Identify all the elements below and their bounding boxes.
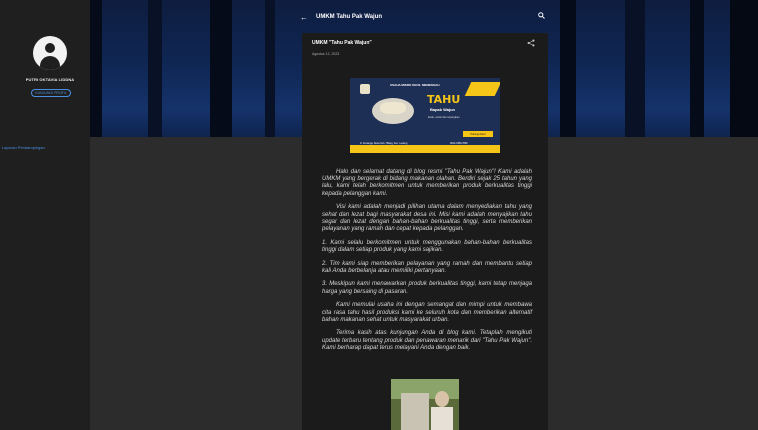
post-card: UMKM "Tahu Pak Wajun" Agustus 12, 2023 U… — [302, 33, 548, 430]
post-title: UMKM "Tahu Pak Wajun" — [312, 40, 372, 46]
image-footer-phone: 0812-3456-7890 — [450, 142, 468, 145]
image-brand: TAHU — [427, 93, 461, 106]
header-bar: ← UMKM Tahu Pak Wajun — [300, 7, 382, 27]
search-icon[interactable] — [538, 12, 545, 21]
banner-tree — [730, 0, 758, 137]
post-photo[interactable] — [391, 379, 459, 430]
profile-name: PUTRI OKTAVIA LIDDNA — [25, 77, 75, 82]
sidebar-link-laporan[interactable]: Laporan Pendampingan — [2, 145, 45, 150]
image-footer-bar — [350, 145, 500, 153]
post-paragraph: Kami memulai usaha ini dengan semangat d… — [322, 302, 532, 323]
banner-tree — [210, 0, 232, 137]
image-footer-address: Jl. Kenanga, Desa Keb. Hilang, Kec. Lede… — [360, 142, 408, 145]
tofu-bowl-image — [372, 98, 414, 124]
page-title[interactable]: UMKM Tahu Pak Wajun — [316, 14, 382, 20]
post-banner-image[interactable]: USAHA MIKRO KECIL MENENGAH TAHU Bapak Wa… — [350, 78, 500, 153]
logo-icon — [360, 84, 370, 94]
post-body: Halo dan selamat datang di blog resmi "T… — [322, 169, 532, 359]
post-paragraph: 1. Kami selalu berkomitmen untuk menggun… — [322, 239, 532, 253]
banner-tree — [560, 0, 576, 137]
post-paragraph: Terima kasih atas kunjungan Anda di blog… — [322, 330, 532, 351]
decorative-shape — [464, 82, 500, 96]
banner-tree — [148, 0, 162, 137]
photo-person-head — [435, 391, 449, 407]
image-tagline: Enak, sehat dan terjangkau — [428, 116, 460, 119]
avatar-head — [45, 43, 55, 53]
image-subtitle: Bapak Wajun — [430, 107, 455, 112]
photo-structure — [401, 393, 429, 430]
visit-profile-button[interactable]: KUNJUNGI PROFIL — [31, 89, 71, 97]
share-icon[interactable] — [527, 39, 535, 47]
banner-tree — [690, 0, 704, 137]
avatar[interactable] — [33, 36, 67, 70]
banner-tree — [625, 0, 645, 137]
arrow-left-icon[interactable]: ← — [300, 13, 308, 22]
post-paragraph: 3. Meskipun kami menawarkan produk berku… — [322, 281, 532, 295]
post-date[interactable]: Agustus 12, 2023 — [312, 52, 339, 56]
image-contact-button: Hubungi Kami — [463, 131, 493, 137]
post-paragraph: 2. Tim kami siap memberikan pelayanan ya… — [322, 260, 532, 274]
sidebar: PUTRI OKTAVIA LIDDNA KUNJUNGI PROFIL Lap… — [0, 0, 90, 430]
image-heading: USAHA MIKRO KECIL MENENGAH — [390, 83, 440, 87]
post-paragraph: Halo dan selamat datang di blog resmi "T… — [322, 169, 532, 197]
banner-tree — [265, 0, 275, 137]
photo-person-body — [431, 407, 453, 430]
post-paragraph: Visi kami adalah menjadi pilihan utama d… — [322, 204, 532, 232]
banner-tree — [90, 0, 102, 137]
avatar-body — [40, 56, 60, 70]
